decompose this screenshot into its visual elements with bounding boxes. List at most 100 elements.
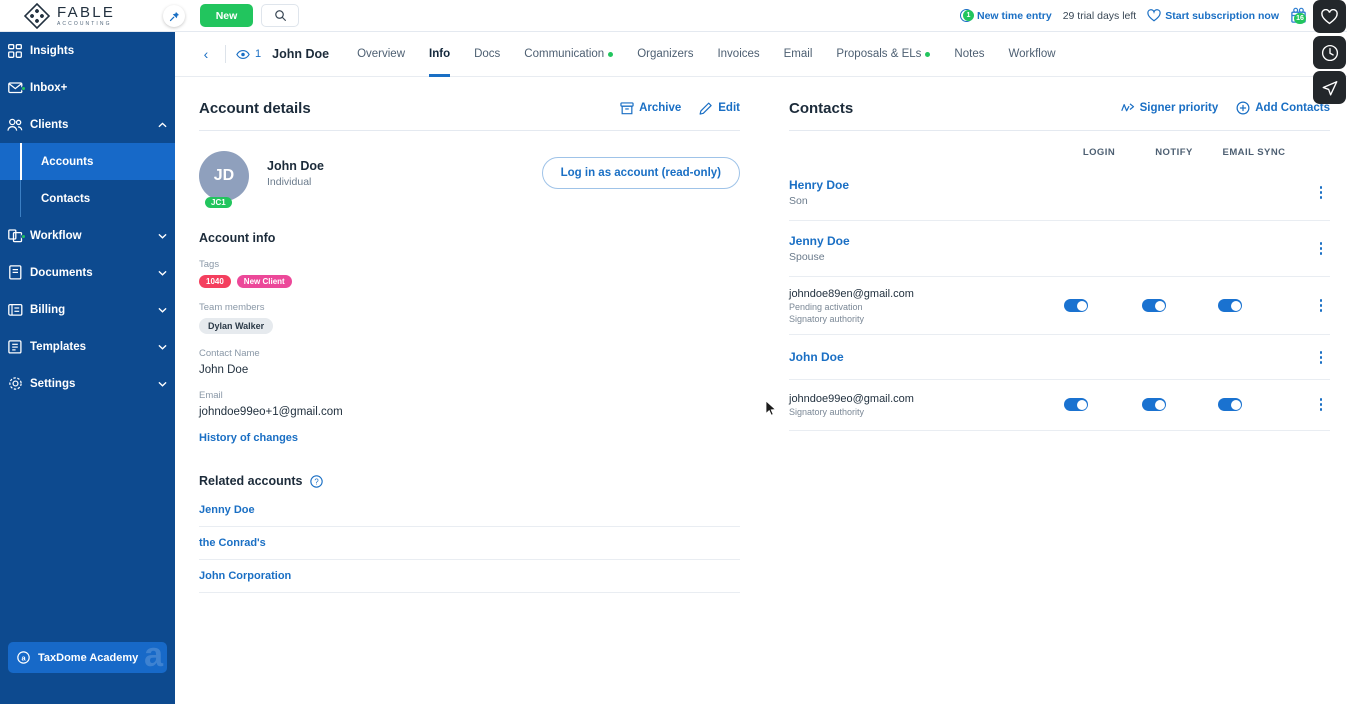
clock-icon <box>1321 44 1338 61</box>
chevron-down-icon <box>149 381 175 387</box>
documents-icon <box>0 265 30 280</box>
send-fab[interactable] <box>1313 71 1346 104</box>
edit-button[interactable]: Edit <box>699 102 740 115</box>
start-subscription-button[interactable]: Start subscription now <box>1147 9 1279 22</box>
tab-notes[interactable]: Notes <box>942 32 996 77</box>
contact-status: Pending activation <box>789 301 863 312</box>
email-sync-toggle[interactable] <box>1218 398 1242 411</box>
templates-icon <box>0 339 30 354</box>
logo-tagline: ACCOUNTING <box>57 20 112 27</box>
new-time-entry-button[interactable]: 1 New time entry <box>959 9 1052 22</box>
row-menu-button[interactable] <box>1314 351 1328 364</box>
row-menu-button[interactable] <box>1314 242 1328 255</box>
sidebar-item-inbox[interactable]: Inbox+ <box>0 69 175 106</box>
new-button[interactable]: New <box>200 4 253 27</box>
history-of-changes-link[interactable]: History of changes <box>199 432 298 444</box>
email-sync-toggle[interactable] <box>1218 299 1242 312</box>
notify-toggle[interactable] <box>1142 299 1166 312</box>
row-menu-button[interactable] <box>1314 186 1328 199</box>
login-toggle[interactable] <box>1064 299 1088 312</box>
billing-icon <box>0 303 30 317</box>
archive-icon <box>620 101 634 114</box>
related-accounts-title: Related accounts <box>199 474 303 488</box>
chevron-down-icon <box>149 233 175 239</box>
search-icon <box>274 10 286 21</box>
sidebar-item-insights[interactable]: Insights <box>0 32 175 69</box>
tab-proposals-els[interactable]: Proposals & ELs <box>824 32 942 77</box>
heart-icon <box>1147 9 1161 22</box>
app-logo[interactable]: FABLE ACCOUNTING <box>0 0 175 32</box>
question-circle-icon[interactable]: ? <box>309 474 323 488</box>
tag-chip[interactable]: New Client <box>236 275 292 288</box>
sidebar-item-clients[interactable]: Clients <box>0 106 175 143</box>
notification-dot <box>608 51 614 57</box>
workflow-icon <box>0 228 30 243</box>
tab-email[interactable]: Email <box>772 32 825 77</box>
signer-priority-button[interactable]: Signer priority <box>1120 102 1218 114</box>
pin-sidebar-button[interactable] <box>163 5 185 27</box>
team-member-chip[interactable]: Dylan Walker <box>199 318 274 334</box>
page-title: John Doe <box>272 47 330 61</box>
row-menu-button[interactable] <box>1314 299 1328 312</box>
sidebar-item-label: Inbox+ <box>30 81 68 94</box>
sidebar-item-templates[interactable]: Templates <box>0 328 175 365</box>
row-menu-button[interactable] <box>1314 398 1328 411</box>
login-toggle[interactable] <box>1064 398 1088 411</box>
divider <box>199 130 740 131</box>
notify-toggle[interactable] <box>1142 398 1166 411</box>
academy-icon: a <box>17 651 30 664</box>
sidebar-item-accounts[interactable]: Accounts <box>0 143 175 180</box>
tab-workflow[interactable]: Workflow <box>996 32 1067 77</box>
tab-organizers[interactable]: Organizers <box>625 32 705 77</box>
sidebar-item-settings[interactable]: Settings <box>0 365 175 402</box>
sidebar-item-workflow[interactable]: Workflow <box>0 217 175 254</box>
priority-icon <box>1120 103 1134 112</box>
sidebar-item-billing[interactable]: Billing <box>0 291 175 328</box>
tab-overview[interactable]: Overview <box>345 32 417 77</box>
login-as-account-button[interactable]: Log in as account (read-only) <box>541 157 740 189</box>
account-profile: JD JC1 John Doe Individual Log in as acc… <box>199 151 740 208</box>
favorites-fab[interactable] <box>1313 0 1346 33</box>
related-account-row[interactable]: Jenny Doe <box>199 494 740 527</box>
contact-name-link[interactable]: John Doe <box>789 350 1330 364</box>
tab-invoices[interactable]: Invoices <box>705 32 771 77</box>
related-account-row[interactable]: the Conrad's <box>199 527 740 560</box>
contact-name-link[interactable]: Jenny Doe <box>789 234 1330 248</box>
related-accounts-list: Jenny Doe the Conrad's John Corporation <box>199 494 740 593</box>
account-details-actions: Archive Edit <box>620 101 740 115</box>
sidebar-item-contacts[interactable]: Contacts <box>0 180 175 217</box>
tab-communication[interactable]: Communication <box>512 32 625 77</box>
avatar-initials: JD <box>213 167 235 184</box>
tab-label: Email <box>783 48 813 60</box>
sidebar-item-label: Workflow <box>30 229 82 242</box>
contacts-header: Contacts Signer priority Add Contacts <box>789 95 1330 121</box>
search-button[interactable] <box>261 4 299 27</box>
archive-button[interactable]: Archive <box>620 101 681 115</box>
edit-label: Edit <box>718 102 740 114</box>
contact-name-link[interactable]: Henry Doe <box>789 178 1330 192</box>
email-value: johndoe99eo+1@gmail.com <box>199 406 343 418</box>
gift-button[interactable]: 16 <box>1290 7 1307 24</box>
account-info-title: Account info <box>199 231 276 245</box>
send-icon <box>1322 80 1337 96</box>
timer-fab[interactable] <box>1313 36 1346 69</box>
contact-name-label: Contact Name <box>199 348 260 359</box>
rail <box>20 180 21 217</box>
contacts-actions: Signer priority Add Contacts <box>1120 101 1330 115</box>
related-account-row[interactable]: John Corporation <box>199 560 740 593</box>
tag-chip[interactable]: 1040 <box>199 275 231 288</box>
account-name: John Doe <box>267 159 324 173</box>
contact-authority: Signatory authority <box>789 407 865 417</box>
watchers-button[interactable]: 1 <box>236 48 261 60</box>
divider <box>225 45 226 63</box>
taxdome-academy-button[interactable]: a a TaxDome Academy <box>8 642 167 673</box>
section-title: Contacts <box>789 99 854 117</box>
chevron-up-icon <box>149 121 175 128</box>
back-button[interactable]: ‹ <box>193 46 219 62</box>
sidebar-item-documents[interactable]: Documents <box>0 254 175 291</box>
pencil-icon <box>699 102 712 115</box>
academy-watermark-icon: a <box>144 642 163 673</box>
email-label: Email <box>199 390 223 401</box>
tab-docs[interactable]: Docs <box>462 32 512 77</box>
tab-info[interactable]: Info <box>417 32 462 77</box>
